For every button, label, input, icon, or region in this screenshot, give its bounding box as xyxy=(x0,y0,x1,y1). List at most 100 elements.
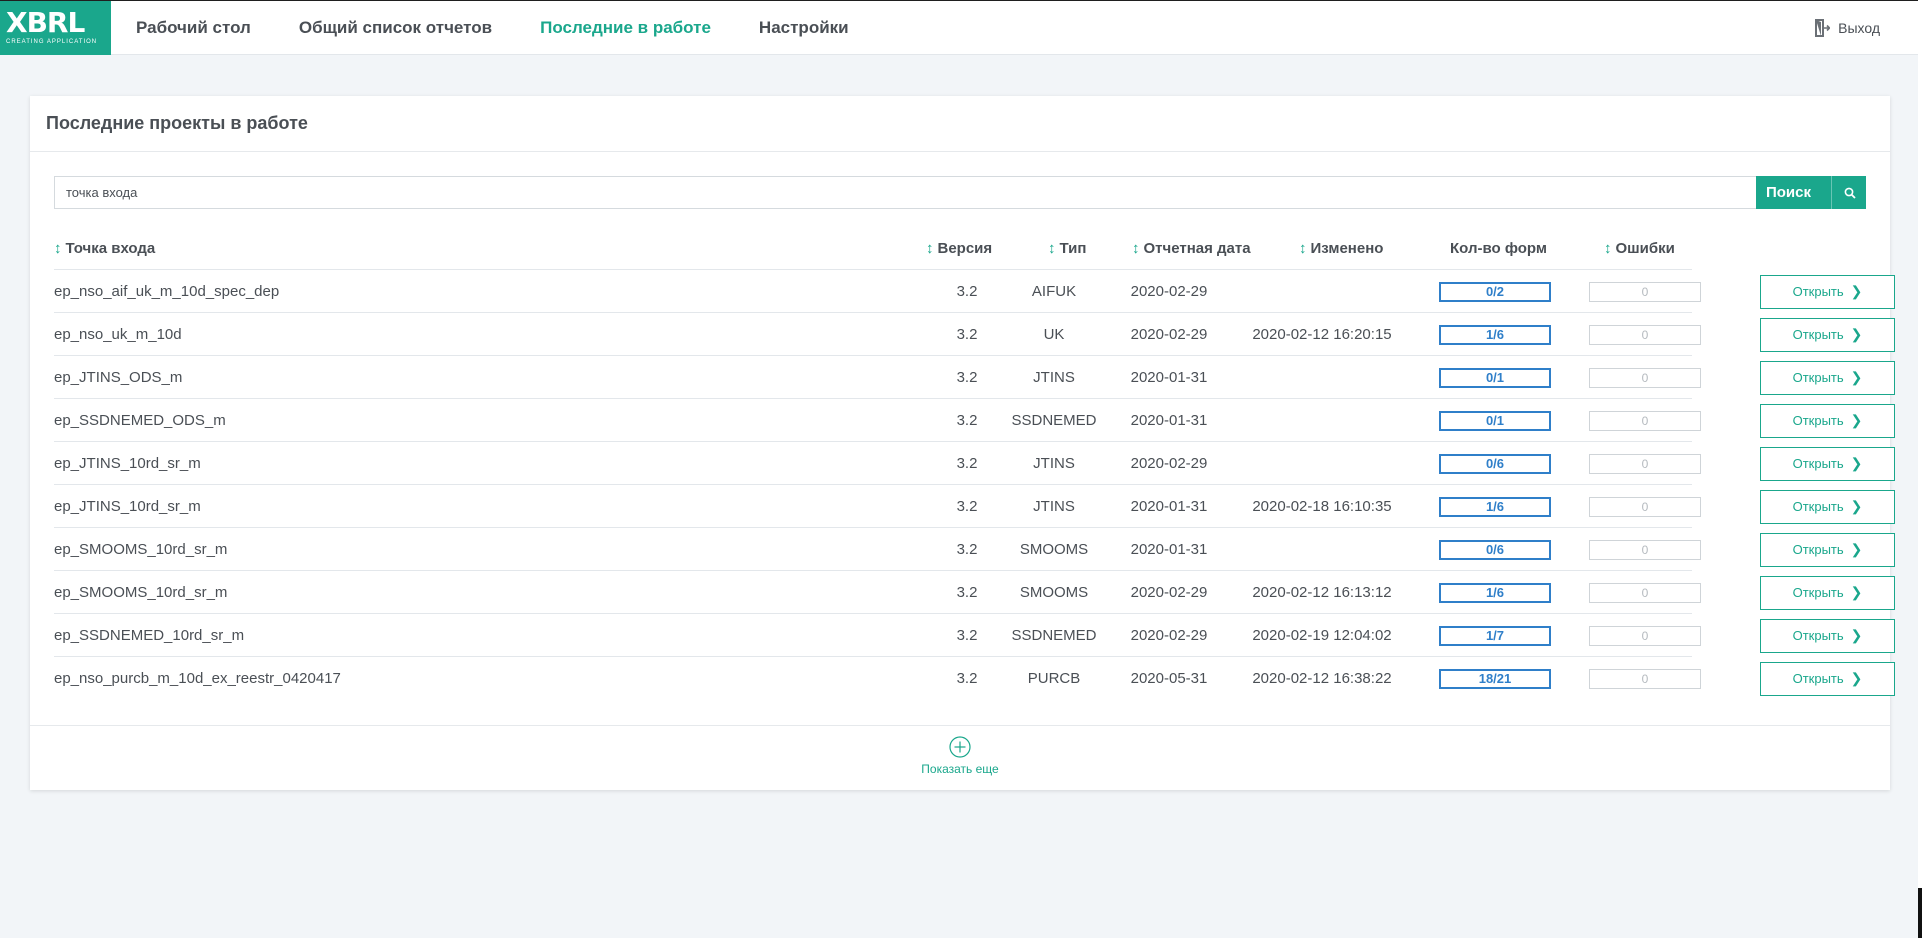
show-more-button[interactable]: Показать еще xyxy=(880,736,1040,776)
cell-version: 3.2 xyxy=(956,455,978,472)
cell-type: JTINS xyxy=(1033,455,1075,472)
forms-count-badge[interactable]: 0/6 xyxy=(1439,453,1551,474)
forms-count-badge[interactable]: 1/6 xyxy=(1439,496,1551,517)
open-button[interactable]: Открыть ❯ xyxy=(1760,661,1895,696)
search-input[interactable] xyxy=(54,176,1756,209)
cell-errors: 0 xyxy=(1589,485,1701,528)
cell-modified: 2020-02-12 16:20:15 xyxy=(1252,326,1392,343)
cell-open: Открыть ❯ xyxy=(1760,399,1895,442)
forms-count-badge[interactable]: 0/2 xyxy=(1439,281,1551,302)
cell-open: Открыть ❯ xyxy=(1760,485,1895,528)
open-button[interactable]: Открыть ❯ xyxy=(1760,489,1895,524)
header-modified[interactable]: ↕ Изменено xyxy=(1299,226,1383,270)
cell-open: Открыть ❯ xyxy=(1760,614,1895,657)
chevron-right-icon: ❯ xyxy=(1850,326,1863,342)
header-version[interactable]: ↕ Версия xyxy=(926,226,992,270)
header-report-date[interactable]: ↕ Отчетная дата xyxy=(1132,226,1251,270)
cell-version: 3.2 xyxy=(956,369,978,386)
app-logo[interactable]: XBRL CREATING APPLICATION xyxy=(0,1,111,55)
nav-item-desktop[interactable]: Рабочий стол xyxy=(136,18,251,38)
forms-count-badge[interactable]: 1/6 xyxy=(1439,582,1551,603)
cell-entry-point: ep_nso_aif_uk_m_10d_spec_dep xyxy=(54,283,280,300)
cell-type: JTINS xyxy=(1033,498,1075,515)
table-row: ep_SMOOMS_10rd_sr_m 3.2 SMOOMS 2020-02-2… xyxy=(54,571,1895,614)
cell-version: 3.2 xyxy=(956,627,978,644)
cell-entry-point: ep_JTINS_ODS_m xyxy=(54,369,183,386)
open-button[interactable]: Открыть ❯ xyxy=(1760,618,1895,653)
card-title: Последние проекты в работе xyxy=(30,96,1890,152)
cell-entry-point: ep_SSDNEMED_10rd_sr_m xyxy=(54,627,245,644)
cell-type: SSDNEMED xyxy=(1011,412,1097,429)
logout-label: Выход xyxy=(1838,20,1880,36)
header-entry-point[interactable]: ↕ Точка входа xyxy=(54,226,155,270)
header-type[interactable]: ↕ Тип xyxy=(1048,226,1086,270)
chevron-right-icon: ❯ xyxy=(1850,627,1863,643)
cell-report-date: 2020-01-31 xyxy=(1130,369,1208,386)
cell-report-date: 2020-02-29 xyxy=(1130,326,1208,343)
open-button[interactable]: Открыть ❯ xyxy=(1760,317,1895,352)
errors-count-badge: 0 xyxy=(1589,281,1701,302)
card-footer: Показать еще xyxy=(30,725,1890,790)
cell-forms: 0/1 xyxy=(1439,399,1551,442)
open-button[interactable]: Открыть ❯ xyxy=(1760,575,1895,610)
cell-modified xyxy=(1232,356,1412,399)
open-button[interactable]: Открыть ❯ xyxy=(1760,446,1895,481)
table-row: ep_SMOOMS_10rd_sr_m 3.2 SMOOMS 2020-01-3… xyxy=(54,528,1895,571)
cell-forms: 1/7 xyxy=(1439,614,1551,657)
main-nav: Рабочий стол Общий список отчетов Послед… xyxy=(111,1,872,55)
chevron-right-icon: ❯ xyxy=(1850,412,1863,428)
forms-count-badge[interactable]: 1/7 xyxy=(1439,625,1551,646)
table-row: ep_nso_aif_uk_m_10d_spec_dep 3.2 AIFUK 2… xyxy=(54,270,1895,313)
window-edge xyxy=(1918,0,1922,938)
sort-icon: ↕ xyxy=(1048,239,1056,257)
nav-item-recent[interactable]: Последние в работе xyxy=(540,18,711,38)
forms-count-badge[interactable]: 1/6 xyxy=(1439,324,1551,345)
sort-icon: ↕ xyxy=(1604,239,1612,257)
cell-version: 3.2 xyxy=(956,670,978,687)
forms-count-badge[interactable]: 0/1 xyxy=(1439,367,1551,388)
errors-count-badge: 0 xyxy=(1589,453,1701,474)
cell-report-date: 2020-01-31 xyxy=(1130,498,1208,515)
cell-errors: 0 xyxy=(1589,528,1701,571)
cell-modified: 2020-02-19 12:04:02 xyxy=(1252,627,1392,644)
cell-open: Открыть ❯ xyxy=(1760,356,1895,399)
chevron-right-icon: ❯ xyxy=(1850,584,1863,600)
cell-errors: 0 xyxy=(1589,571,1701,614)
nav-item-settings[interactable]: Настройки xyxy=(759,18,849,38)
cell-errors: 0 xyxy=(1589,399,1701,442)
forms-count-badge[interactable]: 18/21 xyxy=(1439,668,1551,689)
table-row: ep_SSDNEMED_ODS_m 3.2 SSDNEMED 2020-01-3… xyxy=(54,399,1895,442)
open-button[interactable]: Открыть ❯ xyxy=(1760,532,1895,567)
cell-version: 3.2 xyxy=(956,584,978,601)
cell-modified xyxy=(1232,442,1412,485)
cell-entry-point: ep_nso_purcb_m_10d_ex_reestr_0420417 xyxy=(54,670,341,687)
chevron-right-icon: ❯ xyxy=(1850,541,1863,557)
top-navigation: XBRL CREATING APPLICATION Рабочий стол О… xyxy=(0,0,1918,55)
open-button[interactable]: Открыть ❯ xyxy=(1760,274,1895,309)
open-button[interactable]: Открыть ❯ xyxy=(1760,403,1895,438)
cell-forms: 0/1 xyxy=(1439,356,1551,399)
search-icon xyxy=(1844,187,1856,199)
header-errors[interactable]: ↕ Ошибки xyxy=(1604,226,1675,270)
cell-entry-point: ep_JTINS_10rd_sr_m xyxy=(54,455,201,472)
cell-errors: 0 xyxy=(1589,442,1701,485)
cell-type: SSDNEMED xyxy=(1011,627,1097,644)
search-button[interactable]: Поиск xyxy=(1756,176,1866,209)
cell-forms: 1/6 xyxy=(1439,313,1551,356)
logout-button[interactable]: Выход xyxy=(1814,1,1880,55)
forms-count-badge[interactable]: 0/6 xyxy=(1439,539,1551,560)
sort-icon: ↕ xyxy=(1132,239,1140,257)
cell-version: 3.2 xyxy=(956,326,978,343)
open-button[interactable]: Открыть ❯ xyxy=(1760,360,1895,395)
cell-errors: 0 xyxy=(1589,657,1701,700)
forms-count-badge[interactable]: 0/1 xyxy=(1439,410,1551,431)
cell-report-date: 2020-05-31 xyxy=(1130,670,1208,687)
nav-item-reports-list[interactable]: Общий список отчетов xyxy=(299,18,492,38)
search-button-label: Поиск xyxy=(1765,184,1811,201)
logout-icon xyxy=(1815,19,1831,37)
cell-type: SMOOMS xyxy=(1019,584,1089,601)
chevron-right-icon: ❯ xyxy=(1850,670,1863,686)
cell-type: AIFUK xyxy=(1031,283,1077,300)
table-row: ep_JTINS_10rd_sr_m 3.2 JTINS 2020-02-29 … xyxy=(54,442,1895,485)
table-row: ep_nso_purcb_m_10d_ex_reestr_0420417 3.2… xyxy=(54,657,1895,700)
